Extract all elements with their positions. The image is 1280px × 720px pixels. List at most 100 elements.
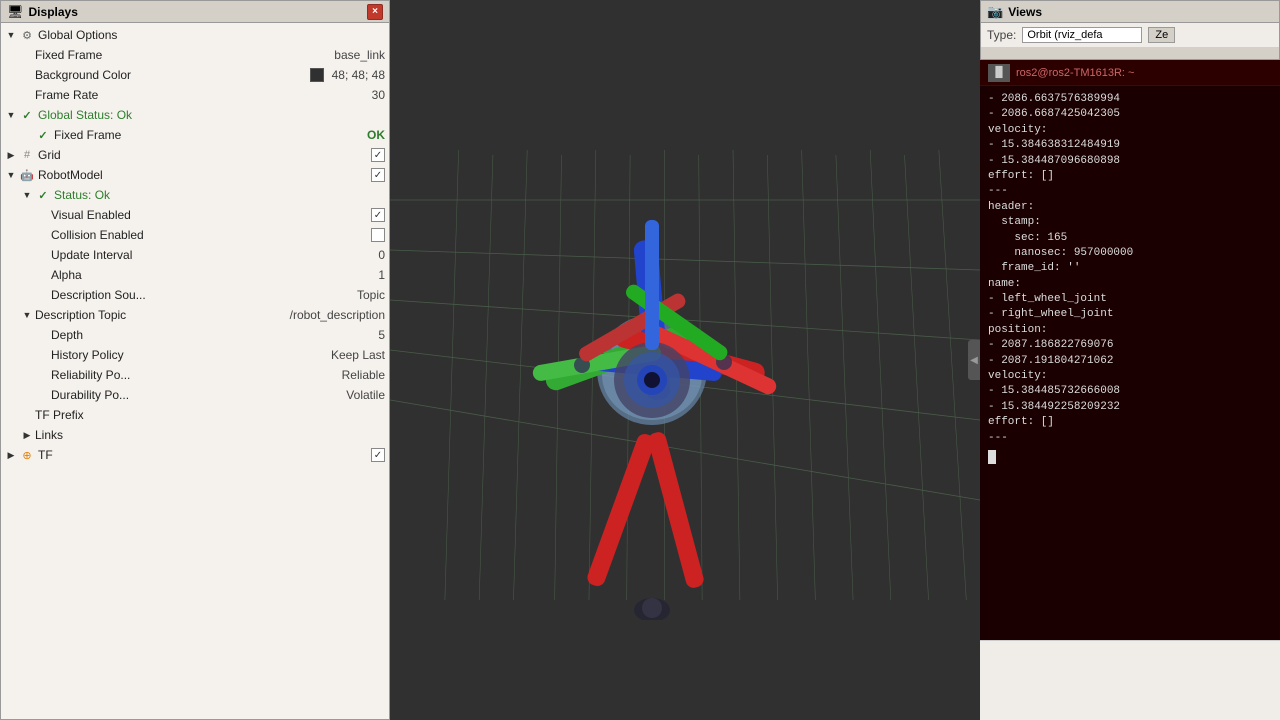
reliability-label: Reliability Po... <box>51 368 338 382</box>
terminal-topbar: ▐▌ ros2@ros2-TM1613R: ~ <box>980 60 1280 86</box>
tree-item-fixed-frame[interactable]: Fixed Frame base_link <box>1 45 389 65</box>
tree-item-grid[interactable]: # Grid <box>1 145 389 165</box>
3d-viewport[interactable]: ◀ <box>390 0 980 720</box>
terminal-line-1: - 2086.6687425042305 <box>988 107 1272 122</box>
history-policy-label: History Policy <box>51 348 327 362</box>
tree-item-fixed-frame-status[interactable]: ✓ Fixed Frame OK <box>1 125 389 145</box>
tree-item-update-interval[interactable]: Update Interval 0 <box>1 245 389 265</box>
terminal-line-7: header: <box>988 200 1272 215</box>
checkmark-icon-global: ✓ <box>19 107 35 123</box>
terminal-line-22: --- <box>988 431 1272 446</box>
leaf-visual <box>37 209 49 221</box>
expand-arrow-robot-status[interactable] <box>21 189 33 201</box>
tree-item-durability[interactable]: Durability Po... Volatile <box>1 385 389 405</box>
terminal-line-19: - 15.384485732666008 <box>988 384 1272 399</box>
tree-item-links[interactable]: Links <box>1 425 389 445</box>
terminal-line-3: - 15.384638312484919 <box>988 138 1272 153</box>
tree-item-alpha[interactable]: Alpha 1 <box>1 265 389 285</box>
expand-arrow-robot[interactable] <box>5 169 17 181</box>
tree-item-history-policy[interactable]: History Policy Keep Last <box>1 345 389 365</box>
frame-rate-value: 30 <box>372 88 385 102</box>
terminal-line-8: stamp: <box>988 215 1272 230</box>
terminal-line-6: --- <box>988 184 1272 199</box>
terminal-line-2: velocity: <box>988 123 1272 138</box>
robot-model-checkbox[interactable] <box>371 168 385 182</box>
checkmark-icon-ff: ✓ <box>35 127 51 143</box>
views-ze-button[interactable]: Ze <box>1148 27 1175 43</box>
leaf-depth <box>37 329 49 341</box>
terminal-line-10: nanosec: 957000000 <box>988 246 1272 261</box>
leaf-update <box>37 249 49 261</box>
visual-enabled-checkbox[interactable] <box>371 208 385 222</box>
background-color-label: Background Color <box>35 68 310 82</box>
displays-close-button[interactable]: × <box>367 4 383 20</box>
leaf-history <box>37 349 49 361</box>
tree-item-tf[interactable]: ⊕ TF <box>1 445 389 465</box>
robot-model-label: RobotModel <box>38 168 367 182</box>
terminal-line-16: - 2087.186822769076 <box>988 338 1272 353</box>
tree-item-background-color[interactable]: Background Color 48; 48; 48 <box>1 65 389 85</box>
update-interval-value: 0 <box>378 248 385 262</box>
tree-item-reliability[interactable]: Reliability Po... Reliable <box>1 365 389 385</box>
color-swatch <box>310 68 324 82</box>
depth-label: Depth <box>51 328 374 342</box>
terminal-line-9: sec: 165 <box>988 231 1272 246</box>
tree-item-collision-enabled[interactable]: Collision Enabled <box>1 225 389 245</box>
views-content: Type: Orbit (rviz_defa Ze <box>981 23 1279 47</box>
robot-status-label: Status: Ok <box>54 188 385 202</box>
terminal-panel: ▐▌ ros2@ros2-TM1613R: ~ - 2086.663757638… <box>980 60 1280 640</box>
expand-arrow-tf[interactable] <box>5 449 17 461</box>
bottom-white-area <box>980 640 1280 720</box>
displays-titlebar: 🖥 Displays × <box>1 1 389 23</box>
terminal-line-12: name: <box>988 277 1272 292</box>
tree-item-description-source[interactable]: Description Sou... Topic <box>1 285 389 305</box>
right-panels: 📷 Views Type: Orbit (rviz_defa Ze ▐▌ ros… <box>980 0 1280 720</box>
displays-title: Displays <box>29 5 78 19</box>
depth-value: 5 <box>378 328 385 342</box>
global-options-label: Global Options <box>38 28 385 42</box>
displays-icon: 🖥 <box>7 4 24 20</box>
description-topic-value: /robot_description <box>290 308 385 322</box>
terminal-line-20: - 15.384492258209232 <box>988 400 1272 415</box>
views-title: Views <box>1008 5 1042 19</box>
expand-arrow-global-status[interactable] <box>5 109 17 121</box>
tree-item-global-status[interactable]: ✓ Global Status: Ok <box>1 105 389 125</box>
leaf-alpha <box>37 269 49 281</box>
global-status-label: Global Status: Ok <box>38 108 385 122</box>
expand-arrow-grid[interactable] <box>5 149 17 161</box>
update-interval-label: Update Interval <box>51 248 374 262</box>
description-source-label: Description Sou... <box>51 288 353 302</box>
tree-item-robot-status[interactable]: ✓ Status: Ok <box>1 185 389 205</box>
gear-icon: ⚙ <box>19 27 35 43</box>
resize-handle[interactable]: ◀ <box>968 340 980 380</box>
views-panel: 📷 Views Type: Orbit (rviz_defa Ze <box>980 0 1280 60</box>
durability-label: Durability Po... <box>51 388 342 402</box>
tree-item-global-options[interactable]: ⚙ Global Options <box>1 25 389 45</box>
tree-item-robot-model[interactable]: 🤖 RobotModel <box>1 165 389 185</box>
views-type-selector[interactable]: Orbit (rviz_defa <box>1022 27 1142 43</box>
terminal-content[interactable]: - 2086.6637576389994 - 2086.668742504230… <box>980 86 1280 640</box>
robot-visualization <box>442 120 862 620</box>
tf-checkbox[interactable] <box>371 448 385 462</box>
displays-panel: 🖥 Displays × ⚙ Global Options Fixed Fram… <box>0 0 390 720</box>
tree-item-frame-rate[interactable]: Frame Rate 30 <box>1 85 389 105</box>
grid-checkbox[interactable] <box>371 148 385 162</box>
description-source-value: Topic <box>357 288 385 302</box>
terminal-line-11: frame_id: '' <box>988 261 1272 276</box>
tree-item-description-topic[interactable]: Description Topic /robot_description <box>1 305 389 325</box>
history-policy-value: Keep Last <box>331 348 385 362</box>
grid-icon: # <box>19 147 35 163</box>
collision-enabled-checkbox[interactable] <box>371 228 385 242</box>
expand-arrow-links[interactable] <box>21 429 33 441</box>
leaf-frame-rate <box>21 89 33 101</box>
links-label: Links <box>35 428 385 442</box>
expand-arrow-desc-topic[interactable] <box>21 309 33 321</box>
tree-item-visual-enabled[interactable]: Visual Enabled <box>1 205 389 225</box>
tree-item-tf-prefix[interactable]: TF Prefix <box>1 405 389 425</box>
fixed-frame-value: base_link <box>334 48 385 62</box>
views-icon: 📷 <box>987 4 1003 20</box>
tree-item-depth[interactable]: Depth 5 <box>1 325 389 345</box>
fixed-frame-status-value: OK <box>367 128 385 142</box>
expand-arrow-global-options[interactable] <box>5 29 17 41</box>
terminal-cursor <box>988 450 996 464</box>
